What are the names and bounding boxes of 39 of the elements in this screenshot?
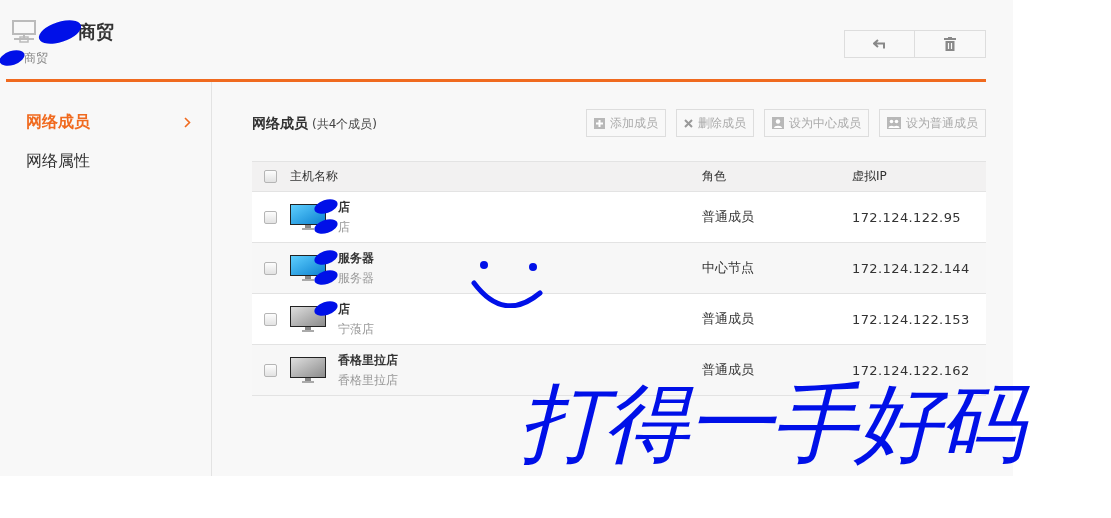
- chevron-right-icon: [184, 117, 191, 128]
- network-computer-icon: [10, 20, 38, 44]
- column-header: 主机名称: [290, 168, 339, 185]
- ip-cell-text: 172.124.122.144: [852, 260, 971, 276]
- network-title: 商贸: [52, 20, 114, 44]
- host-name: 香格里拉店: [337, 351, 398, 369]
- host-alias: 宁蒗店: [338, 320, 374, 338]
- toolbar-button[interactable]: 删除成员: [676, 109, 754, 137]
- role-cell-text: 中心节点: [702, 259, 755, 277]
- row-checkbox[interactable]: [264, 261, 277, 275]
- role-cell-text: 普通成员: [702, 310, 755, 328]
- network-subtitle: 商贸: [4, 50, 114, 67]
- toolbar-button[interactable]: 设为普通成员: [879, 109, 986, 137]
- back-arrow-icon: [872, 39, 887, 49]
- role-cell-text: 普通成员: [702, 208, 755, 226]
- person-icon: [772, 117, 784, 129]
- sidebar-item[interactable]: 网络属性: [6, 143, 211, 182]
- people-icon: [887, 117, 901, 129]
- ip-cell-text: 172.124.122.162: [852, 362, 971, 378]
- plus-icon: [594, 117, 605, 129]
- select-all-checkbox[interactable]: [264, 170, 277, 183]
- close-icon: [684, 118, 693, 128]
- column-header: 虚拟IP: [852, 168, 888, 185]
- toolbar-button[interactable]: 添加成员: [586, 109, 666, 137]
- row-checkbox[interactable]: [264, 312, 277, 326]
- ip-cell-text: 172.124.122.95: [852, 209, 962, 225]
- sidebar-item[interactable]: 网络成员: [6, 104, 211, 143]
- back-button[interactable]: [844, 30, 915, 58]
- row-checkbox[interactable]: [264, 210, 277, 224]
- toolbar-button[interactable]: 设为中心成员: [764, 109, 869, 137]
- ip-cell-text: 172.124.122.153: [852, 311, 971, 327]
- host-alias: 香格里拉店: [338, 371, 398, 389]
- member-count: (共4个成员): [312, 117, 377, 131]
- section-heading: 网络成员: [252, 115, 308, 131]
- row-checkbox[interactable]: [264, 363, 277, 377]
- delete-button[interactable]: [915, 30, 986, 58]
- monitor-icon: [290, 357, 326, 383]
- column-header: 角色: [702, 168, 727, 185]
- trash-icon: [944, 37, 956, 51]
